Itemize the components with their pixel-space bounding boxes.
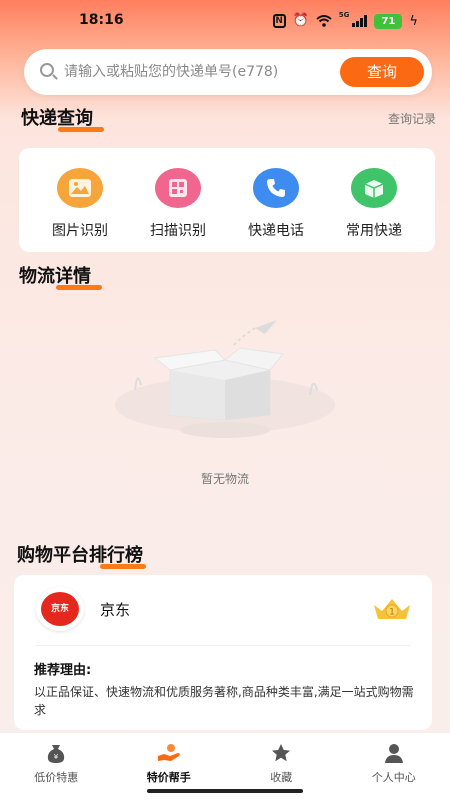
status-bar: 18:16 N ⏰ 5G 71 ϟ bbox=[0, 0, 450, 42]
home-indicator bbox=[147, 789, 303, 793]
query-history-link[interactable]: 查询记录 bbox=[388, 110, 436, 127]
logistics-title: 物流详情 bbox=[19, 262, 103, 290]
tool-label: 扫描识别 bbox=[150, 223, 206, 239]
status-icons: N ⏰ 5G 71 ϟ bbox=[272, 11, 418, 29]
battery-icon: 71 bbox=[374, 13, 403, 29]
money-bag-icon: ¥ bbox=[43, 741, 69, 765]
signal-icon bbox=[352, 15, 368, 27]
empty-box-illustration bbox=[115, 320, 335, 438]
crown-rank-icon: 1 bbox=[374, 599, 410, 619]
tool-scan-recognition[interactable]: 扫描识别 bbox=[133, 148, 223, 252]
ranking-card-jd[interactable]: 京东 京东 1 推荐理由: 以正品保证、快速物流和优质服务著称,商品种类丰富,满… bbox=[14, 575, 432, 730]
jd-logo-text: 京东 bbox=[41, 592, 79, 626]
jd-logo: 京东 bbox=[36, 587, 84, 631]
tab-label: 收藏 bbox=[270, 771, 293, 784]
scan-recognition-icon bbox=[155, 168, 201, 208]
nfc-icon: N bbox=[272, 14, 286, 28]
search-icon bbox=[40, 63, 54, 77]
tool-label: 常用快递 bbox=[346, 223, 402, 239]
tracking-number-input[interactable] bbox=[64, 62, 344, 82]
tab-low-price[interactable]: ¥ 低价特惠 bbox=[0, 733, 113, 800]
express-query-title: 快递查询 bbox=[21, 104, 105, 132]
ranking-title: 购物平台排行榜 bbox=[17, 541, 147, 569]
status-time: 18:16 bbox=[79, 12, 124, 28]
reason-title: 推荐理由: bbox=[34, 663, 92, 678]
user-icon bbox=[381, 741, 407, 765]
phone-icon bbox=[253, 168, 299, 208]
rank-number: 1 bbox=[389, 608, 395, 618]
tool-image-recognition[interactable]: 图片识别 bbox=[35, 148, 125, 252]
search-bar: 查询 bbox=[24, 49, 432, 95]
alarm-icon: ⏰ bbox=[292, 13, 309, 28]
reason-text: 以正品保证、快速物流和优质服务著称,商品种类丰富,满足一站式购物需求 bbox=[34, 685, 414, 717]
tool-express-phone[interactable]: 快递电话 bbox=[231, 148, 321, 252]
tab-profile[interactable]: 个人中心 bbox=[338, 733, 450, 800]
image-recognition-icon bbox=[57, 168, 103, 208]
tab-label: 特价帮手 bbox=[146, 771, 191, 784]
divider bbox=[36, 645, 410, 646]
charging-icon: ϟ bbox=[409, 13, 418, 29]
wifi-icon bbox=[316, 15, 332, 27]
tool-label: 快递电话 bbox=[248, 223, 304, 239]
query-button[interactable]: 查询 bbox=[340, 57, 424, 87]
empty-logistics-text: 暂无物流 bbox=[200, 472, 249, 486]
package-icon bbox=[351, 168, 397, 208]
shop-name: 京东 bbox=[100, 601, 131, 619]
helper-icon bbox=[156, 741, 182, 765]
tool-label: 图片识别 bbox=[52, 223, 108, 239]
tool-common-express[interactable]: 常用快递 bbox=[329, 148, 419, 252]
tab-label: 低价特惠 bbox=[34, 771, 79, 784]
svg-text:¥: ¥ bbox=[54, 753, 59, 761]
star-icon bbox=[268, 741, 294, 765]
express-tools-card: 图片识别 扫描识别 快递电话 常用快递 bbox=[19, 148, 435, 252]
tab-label: 个人中心 bbox=[371, 771, 416, 784]
network-type: 5G bbox=[338, 11, 350, 19]
